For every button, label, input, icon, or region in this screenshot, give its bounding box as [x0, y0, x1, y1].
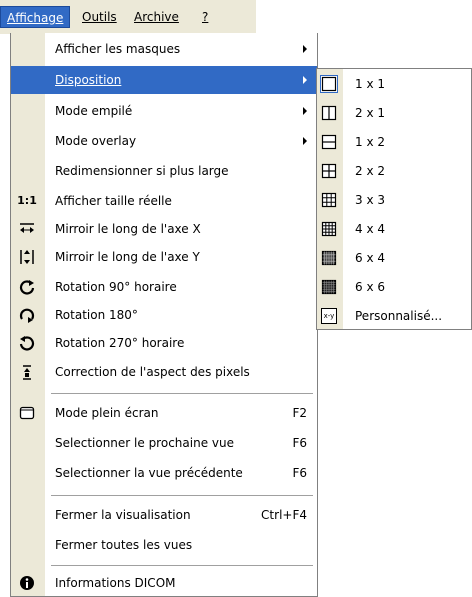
menu-item-rotation-270[interactable]: Rotation 270° horaire: [11, 329, 317, 357]
menu-item-mode-empile[interactable]: Mode empilé: [11, 97, 317, 125]
submenu-item-label: 6 x 6: [355, 280, 385, 294]
shortcut-label: F2: [292, 406, 307, 420]
menu-bar: Affichage Outils Archive ?: [0, 0, 256, 34]
menu-item-label: Selectionner la vue précédente: [55, 466, 243, 480]
menu-item-prochaine-vue[interactable]: Selectionner le prochaine vue F6: [11, 429, 317, 457]
submenu-arrow-icon: [303, 107, 307, 115]
rotate-180-icon: [19, 307, 35, 323]
menu-item-rotation-180[interactable]: Rotation 180°: [11, 301, 317, 329]
menu-item-label: Mode plein écran: [55, 406, 159, 420]
menu-item-rotation-90[interactable]: Rotation 90° horaire: [11, 273, 317, 301]
layout-4x4[interactable]: 4 x 4: [317, 215, 471, 244]
menu-item-mode-overlay[interactable]: Mode overlay: [11, 127, 317, 155]
submenu-arrow-icon: [303, 76, 307, 84]
shortcut-label: F6: [292, 436, 307, 450]
menu-item-disposition[interactable]: Disposition: [11, 66, 317, 94]
submenu-item-label: 1 x 1: [355, 77, 385, 91]
menu-item-label: Fermer la visualisation: [55, 508, 191, 522]
affichage-dropdown: Afficher les masques Disposition Mode em…: [10, 33, 318, 597]
menu-help[interactable]: ?: [196, 6, 214, 28]
layout-6x4-icon: [321, 250, 337, 266]
disposition-submenu: 1 x 1 2 x 1 1 x 2 2 x 2 3 x 3 4 x 4 6 x …: [316, 68, 472, 330]
menu-item-mirroir-x[interactable]: Mirroir le long de l'axe X: [11, 215, 317, 243]
menu-item-mirroir-y[interactable]: Mirroir le long de l'axe Y: [11, 243, 317, 271]
info-icon: [19, 575, 35, 591]
rotate-270-icon: [19, 335, 35, 351]
menu-item-fermer-visualisation[interactable]: Fermer la visualisation Ctrl+F4: [11, 501, 317, 529]
submenu-item-label: 6 x 4: [355, 251, 385, 265]
submenu-item-label: 2 x 2: [355, 164, 385, 178]
menu-item-label: Mode overlay: [55, 134, 137, 148]
menu-outils[interactable]: Outils: [76, 6, 123, 28]
menu-item-afficher-masques[interactable]: Afficher les masques: [11, 35, 317, 63]
rotate-90-icon: [19, 279, 35, 295]
menu-separator: [51, 495, 313, 496]
layout-2x2-icon: [321, 163, 337, 179]
layout-2x1[interactable]: 2 x 1: [317, 99, 471, 128]
menu-item-redimensionner[interactable]: Redimensionner si plus large: [11, 157, 317, 185]
layout-custom-icon: x-y: [321, 308, 337, 324]
menu-item-label: Correction de l'aspect des pixels: [55, 365, 250, 379]
menu-item-label: Afficher taille réelle: [55, 194, 172, 208]
layout-1x2-icon: [321, 134, 337, 150]
submenu-item-label: Personnalisé...: [355, 309, 443, 323]
menu-item-label: Rotation 180°: [55, 308, 138, 322]
menu-item-fermer-toutes[interactable]: Fermer toutes les vues: [11, 531, 317, 559]
layout-2x1-icon: [321, 105, 337, 121]
submenu-item-label: 4 x 4: [355, 222, 385, 236]
menu-affichage[interactable]: Affichage: [0, 6, 71, 28]
menu-item-correction-aspect[interactable]: Correction de l'aspect des pixels: [11, 358, 317, 386]
submenu-arrow-icon: [303, 45, 307, 53]
flip-horizontal-icon: [19, 221, 35, 237]
menu-item-label: Informations DICOM: [55, 576, 176, 590]
layout-1x2[interactable]: 1 x 2: [317, 128, 471, 157]
layout-6x6-icon: [321, 279, 337, 295]
menu-item-label: Redimensionner si plus large: [55, 164, 229, 178]
menu-item-label: Mirroir le long de l'axe X: [55, 222, 201, 236]
layout-6x4[interactable]: 6 x 4: [317, 244, 471, 273]
menu-separator: [51, 393, 313, 394]
layout-3x3[interactable]: 3 x 3: [317, 186, 471, 215]
menu-item-label: Afficher les masques: [55, 42, 181, 56]
layout-4x4-icon: [321, 221, 337, 237]
menu-item-informations-dicom[interactable]: Informations DICOM: [11, 569, 317, 597]
submenu-item-label: 3 x 3: [355, 193, 385, 207]
menu-item-label: Rotation 270° horaire: [55, 336, 185, 350]
menu-item-label: Disposition: [55, 73, 122, 87]
layout-6x6[interactable]: 6 x 6: [317, 273, 471, 302]
menu-item-vue-precedente[interactable]: Selectionner la vue précédente F6: [11, 459, 317, 487]
menu-item-plein-ecran[interactable]: Mode plein écran F2: [11, 399, 317, 427]
layout-custom[interactable]: x-y Personnalisé...: [317, 302, 471, 331]
layout-3x3-icon: [321, 192, 337, 208]
actual-size-icon: 1:1: [17, 194, 37, 207]
menu-item-label: Rotation 90° horaire: [55, 280, 177, 294]
layout-1x1[interactable]: 1 x 1: [317, 70, 471, 99]
menu-item-label: Mode empilé: [55, 104, 133, 118]
pixel-aspect-icon: [19, 364, 35, 380]
layout-2x2[interactable]: 2 x 2: [317, 157, 471, 186]
shortcut-label: F6: [292, 466, 307, 480]
menu-item-label: Fermer toutes les vues: [55, 538, 193, 552]
menu-item-label: Mirroir le long de l'axe Y: [55, 250, 200, 264]
fullscreen-icon: [19, 405, 35, 421]
menu-archive[interactable]: Archive: [128, 6, 185, 28]
submenu-item-label: 1 x 2: [355, 135, 385, 149]
menu-item-taille-reelle[interactable]: 1:1 Afficher taille réelle: [11, 187, 317, 215]
flip-vertical-icon: [19, 249, 35, 265]
shortcut-label: Ctrl+F4: [261, 508, 307, 522]
layout-1x1-icon: [320, 75, 338, 93]
menu-item-label: Selectionner le prochaine vue: [55, 436, 234, 450]
submenu-item-label: 2 x 1: [355, 106, 385, 120]
submenu-arrow-icon: [303, 137, 307, 145]
menu-separator: [51, 565, 313, 566]
